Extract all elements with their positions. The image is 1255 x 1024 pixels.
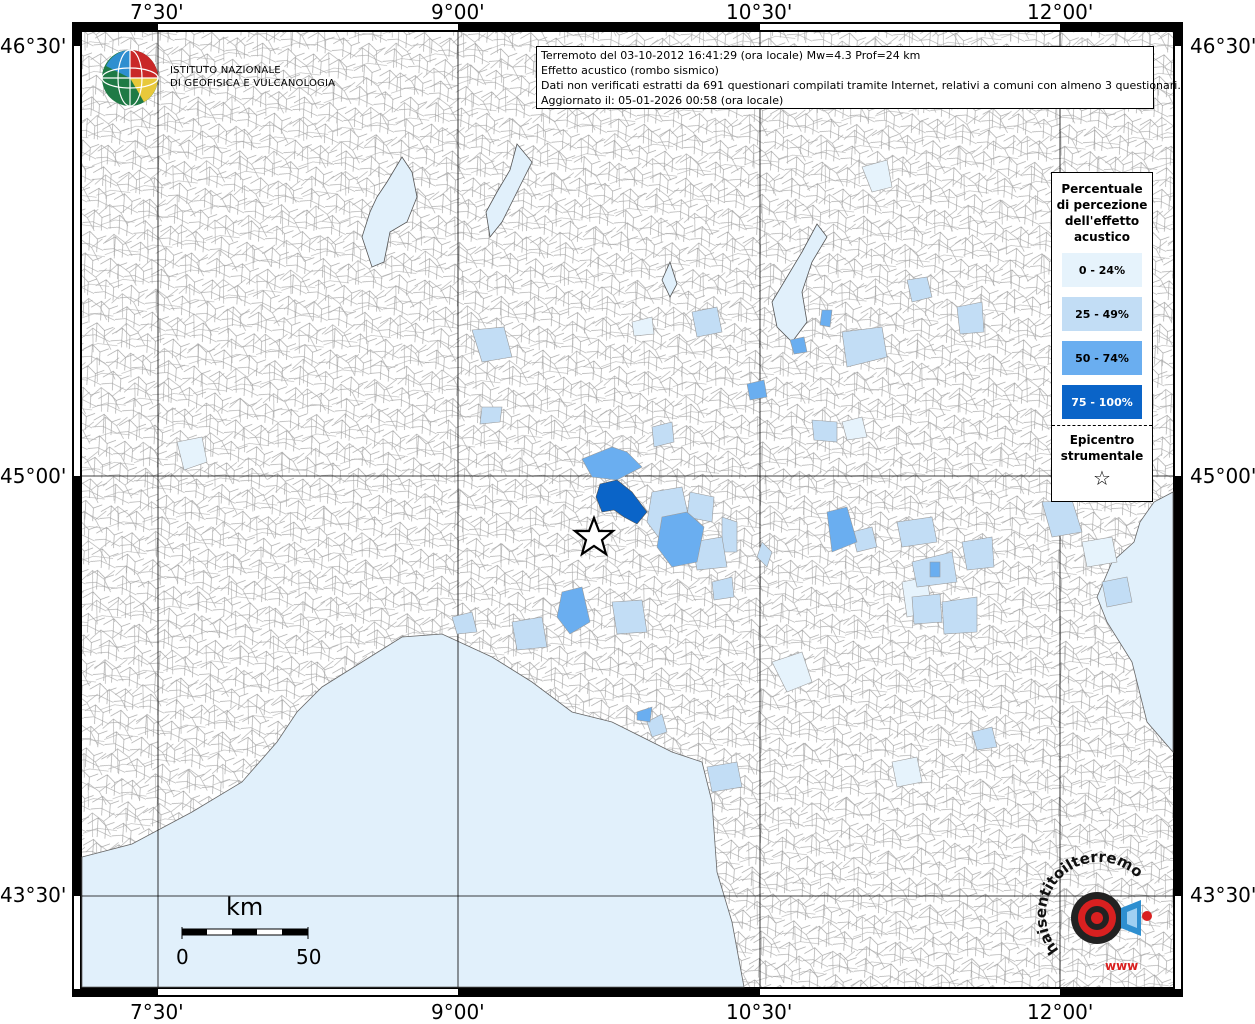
legend-class-75-100-label: 75 - 100%	[1071, 395, 1133, 409]
lat-label-right-2: 45°00'	[1190, 464, 1255, 488]
institute-line-1: ISTITUTO NAZIONALE	[170, 65, 281, 76]
lat-label-left-3: 43°30'	[0, 883, 67, 907]
updated-line: Aggiornato il: 05-01-2026 00:58 (ora loc…	[541, 94, 784, 107]
legend-class-75-100: 75 - 100%	[1062, 385, 1142, 419]
legend-class-25-49-label: 25 - 49%	[1075, 307, 1129, 321]
institute-line-2: DI GEOFISICA E VULCANOLOGIA	[170, 78, 336, 89]
legend: Percentuale di percezione dell'effetto a…	[1051, 172, 1153, 502]
legend-class-50-74-label: 50 - 74%	[1075, 351, 1129, 365]
lon-label-top-2: 9°00'	[431, 0, 485, 24]
lon-label-bottom-2: 9°00'	[431, 1000, 485, 1024]
lon-label-bottom-4: 12°00'	[1027, 1000, 1094, 1024]
legend-class-0-24: 0 - 24%	[1062, 253, 1142, 287]
lon-label-top-4: 12°00'	[1027, 0, 1094, 24]
lon-label-top-3: 10°30'	[726, 0, 793, 24]
scale-min: 0	[176, 945, 189, 969]
legend-epicenter-icon: ☆	[1093, 466, 1111, 490]
lat-label-left-1: 46°30'	[0, 34, 67, 58]
lat-label-right-1: 46°30'	[1190, 34, 1255, 58]
legend-class-0-24-label: 0 - 24%	[1078, 263, 1126, 277]
lat-label-left-2: 45°00'	[0, 464, 67, 488]
legend-class-25-49: 25 - 49%	[1062, 297, 1142, 331]
scale-bar-graphic	[181, 927, 309, 939]
scale-max: 50	[296, 945, 322, 969]
event-info-box: Terremoto del 03-10-2012 16:41:29 (ora l…	[536, 46, 1181, 109]
event-line: Terremoto del 03-10-2012 16:41:29 (ora l…	[541, 49, 921, 62]
scale-bar: km 0 50	[176, 893, 322, 973]
scale-unit: km	[226, 893, 264, 921]
legend-title: Percentuale di percezione dell'effetto a…	[1056, 182, 1148, 244]
lon-label-top-1: 7°30'	[130, 0, 184, 24]
legend-class-50-74: 50 - 74%	[1062, 341, 1142, 375]
lon-label-bottom-3: 10°30'	[726, 1000, 793, 1024]
haisentito-logo: haisentitoilterremoto.it www	[1035, 850, 1152, 973]
data-note-line: Dati non verificati estratti da 691 ques…	[541, 79, 1181, 92]
effect-line: Effetto acustico (rombo sismico)	[541, 64, 719, 77]
lon-label-bottom-1: 7°30'	[130, 1000, 184, 1024]
institute-name: ISTITUTO NAZIONALE DI GEOFISICA E VULCAN…	[170, 64, 335, 90]
lat-label-right-3: 43°30'	[1190, 883, 1255, 907]
legend-epicenter-label: Epicentro strumentale	[1060, 433, 1144, 463]
legend-separator	[1052, 425, 1152, 426]
intensity-map[interactable]	[72, 22, 1183, 997]
watermark-url: www	[1105, 959, 1138, 973]
